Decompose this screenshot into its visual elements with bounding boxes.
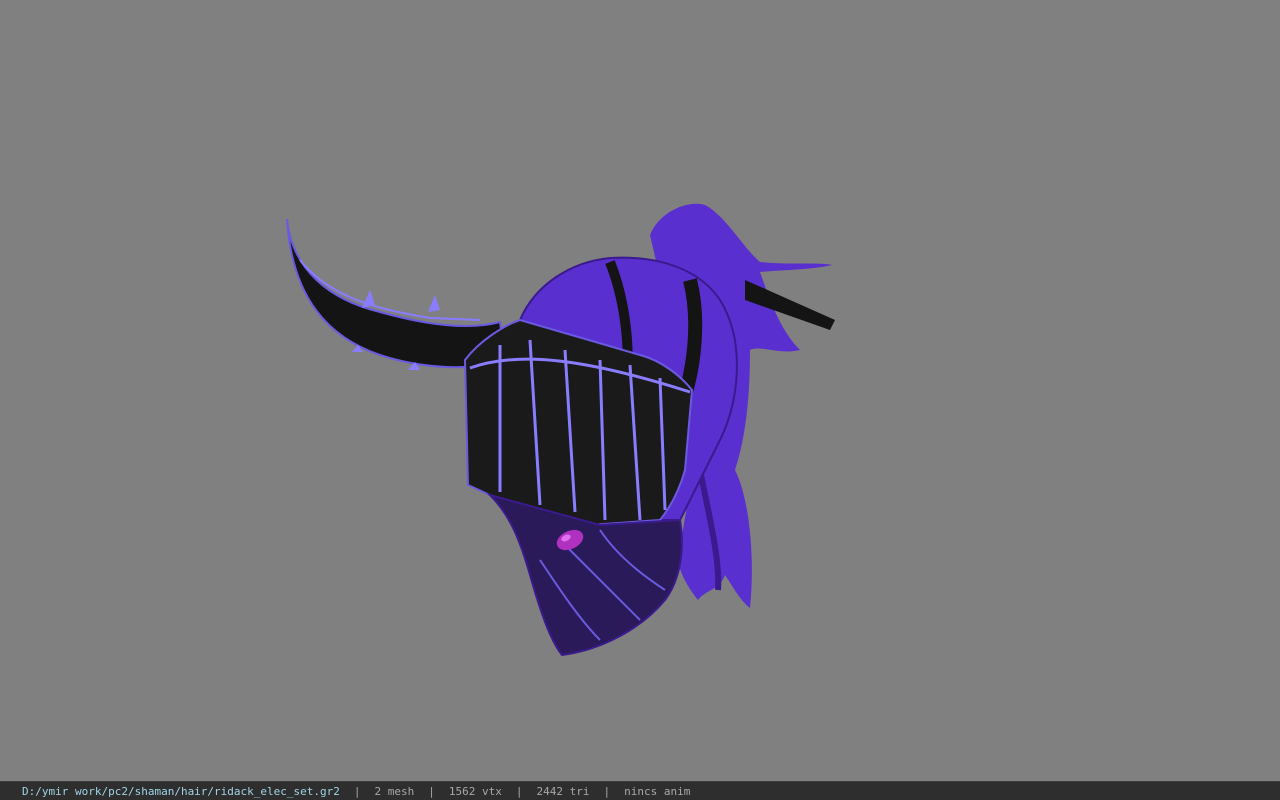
triangle-count: 2442 tri: [536, 784, 590, 798]
horn: [286, 218, 507, 369]
separator: |: [603, 784, 611, 798]
file-path: D:/ymir work/pc2/shaman/hair/ridack_elec…: [22, 784, 340, 798]
separator: |: [428, 784, 435, 798]
vertex-count: 1562 vtx: [448, 784, 502, 798]
anim-status: nincs anim: [624, 784, 691, 798]
mesh-count: 2 mesh: [374, 784, 415, 798]
3d-viewport[interactable]: [0, 0, 1280, 781]
helmet-model: [286, 203, 835, 657]
separator: |: [515, 784, 523, 798]
separator: |: [353, 784, 361, 798]
status-bar: D:/ymir work/pc2/shaman/hair/ridack_elec…: [0, 781, 1280, 800]
